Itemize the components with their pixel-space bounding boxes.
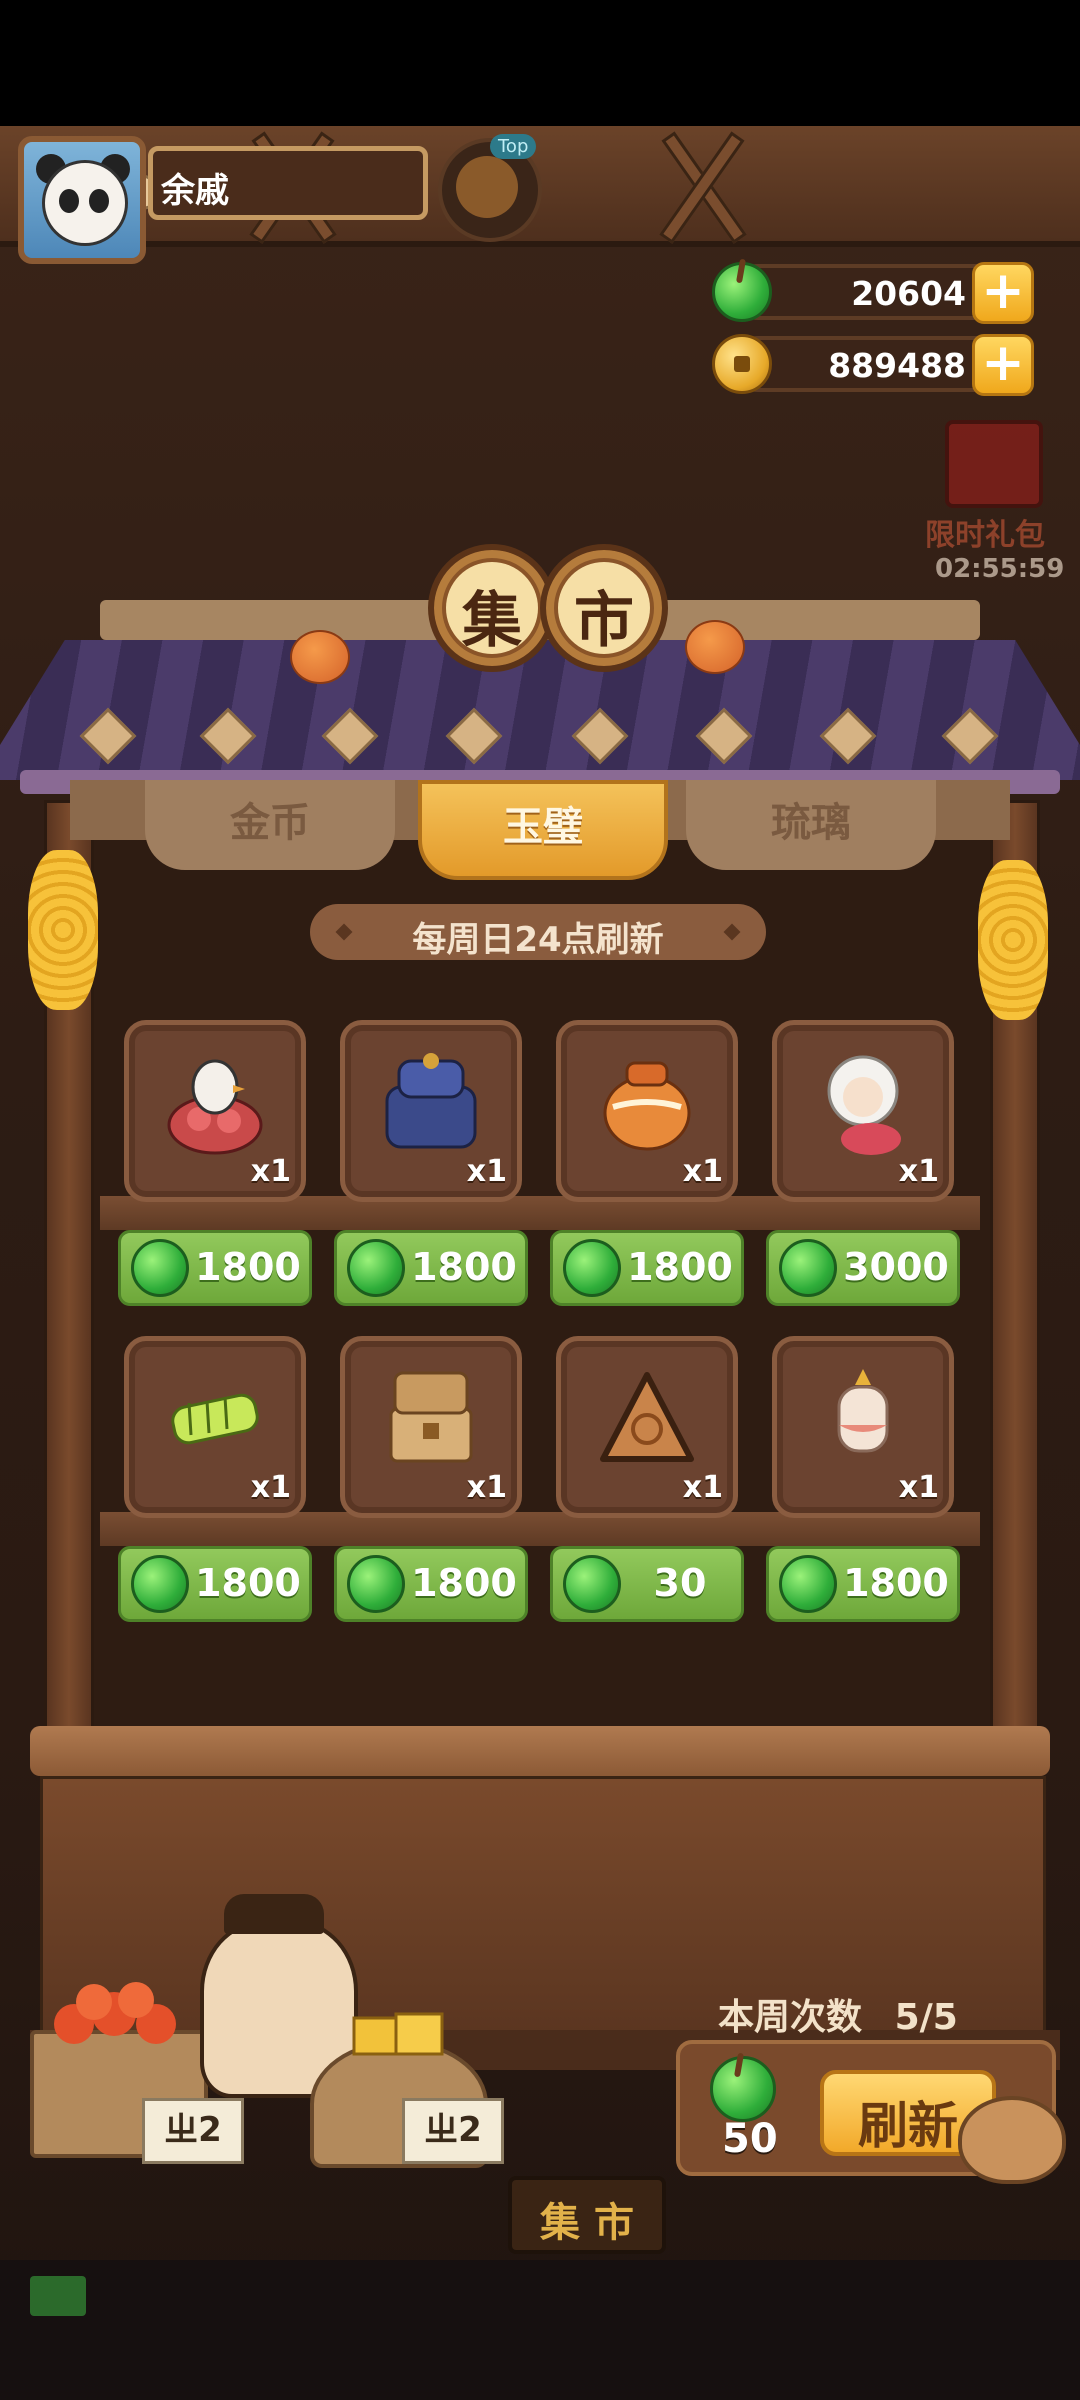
lantern-vase-icon: [837, 1369, 889, 1453]
tab-glaze[interactable]: 琉璃: [686, 780, 936, 870]
tab-label: 金币: [230, 800, 310, 846]
price-value: 1800: [195, 1245, 301, 1289]
refresh-notice: 每周日24点刷新: [310, 904, 766, 960]
weekly-label: 本周次数: [718, 1997, 863, 2038]
jade-icon: [710, 2056, 776, 2122]
white-hair-character-icon: [827, 1055, 901, 1155]
item-slot[interactable]: x1: [556, 1336, 738, 1518]
gift-timer: 02:55:59: [935, 554, 1065, 584]
jade-comb-icon: [171, 1393, 259, 1445]
jade-icon: [563, 1239, 621, 1297]
jade-icon: [347, 1555, 405, 1613]
item-slot[interactable]: x1: [340, 1336, 522, 1518]
item-slot[interactable]: x1: [772, 1336, 954, 1518]
bun-critter-icon: [958, 2096, 1066, 2184]
jade-icon: [131, 1239, 189, 1297]
price-button[interactable]: 1800: [118, 1230, 312, 1306]
blue-cake-jar-icon: [385, 1053, 477, 1149]
sign-char-2: 市: [574, 586, 634, 656]
item-slot[interactable]: x1: [772, 1020, 954, 1202]
price-value: 3000: [843, 1245, 949, 1289]
gift-box-icon: [945, 420, 1043, 508]
tab-label: 玉璧: [503, 804, 583, 850]
weekly-count: 5/5: [894, 1997, 958, 2038]
coin-icon: [712, 334, 772, 394]
price-button[interactable]: 1800: [334, 1230, 528, 1306]
item-quantity: x1: [682, 1470, 723, 1505]
jade-icon: [131, 1555, 189, 1613]
weekly-refresh-count: 本周次数 5/5: [718, 1988, 958, 2040]
price-value: 1800: [843, 1561, 949, 1605]
price-button[interactable]: 1800: [766, 1546, 960, 1622]
price-button[interactable]: 1800: [334, 1546, 528, 1622]
item-quantity: x1: [682, 1154, 723, 1189]
persimmon-icon: [290, 630, 350, 684]
persimmon-icon: [685, 620, 745, 674]
bottom-market-sign: 集 市: [508, 2176, 666, 2254]
jade-icon: [563, 1555, 621, 1613]
stall-roof: [0, 640, 1080, 780]
bottom-sign-text: 集 市: [540, 2200, 634, 2246]
price-button[interactable]: 3000: [766, 1230, 960, 1306]
item-quantity: x1: [250, 1154, 291, 1189]
market-sign-right: 市: [540, 544, 668, 672]
item-quantity: x1: [250, 1470, 291, 1505]
sign-char-1: 集: [462, 586, 522, 656]
price-button[interactable]: 1800: [118, 1546, 312, 1622]
add-coin-button[interactable]: +: [972, 334, 1034, 396]
corn-icon: [978, 860, 1048, 1020]
item-quantity: x1: [466, 1470, 507, 1505]
tab-gold-coins[interactable]: 金币: [145, 780, 395, 870]
player-name-box: 余戚: [148, 146, 428, 220]
jade-amount: 20604: [851, 274, 966, 313]
player-avatar[interactable]: [18, 136, 146, 264]
crate-price-tag: ㄓ2: [402, 2098, 504, 2164]
treasure-chest-icon: [389, 1371, 473, 1463]
price-value: 1800: [195, 1561, 301, 1605]
item-slot[interactable]: x1: [124, 1020, 306, 1202]
triangle-cake-icon: [600, 1372, 694, 1462]
tofu-icon: [352, 2012, 444, 2056]
price-value: 30: [653, 1561, 707, 1605]
counter-top: [30, 1726, 1050, 1776]
price-value: 1800: [411, 1245, 517, 1289]
gift-label: 限时礼包: [925, 518, 1045, 553]
top-tag: Top: [490, 134, 537, 159]
top-ranking-badge[interactable]: Top: [438, 134, 542, 242]
bottom-bar: [0, 2260, 1080, 2400]
price-button[interactable]: 1800: [550, 1230, 744, 1306]
orange-jar-icon: [603, 1061, 691, 1151]
market-sign-left: 集: [428, 544, 556, 672]
bird-flower-basket-icon: [167, 1059, 263, 1155]
crate-price-tag: ㄓ2: [142, 2098, 244, 2164]
item-slot[interactable]: x1: [124, 1336, 306, 1518]
refresh-notice-text: 每周日24点刷新: [412, 920, 664, 960]
jade-resource: 20604 +: [730, 262, 1034, 324]
price-button[interactable]: 30: [550, 1546, 744, 1622]
price-value: 1800: [411, 1561, 517, 1605]
item-slot[interactable]: x1: [556, 1020, 738, 1202]
tomato-pile-icon: [54, 1982, 176, 2044]
item-slot[interactable]: x1: [340, 1020, 522, 1202]
coin-resource: 889488 +: [730, 334, 1034, 396]
player-name: 余戚: [161, 171, 229, 211]
jade-icon: [347, 1239, 405, 1297]
jade-icon: [712, 262, 772, 322]
price-value: 1800: [627, 1245, 733, 1289]
refresh-cost: 50: [722, 2116, 778, 2162]
corn-icon: [28, 850, 98, 1010]
coin-amount: 889488: [828, 346, 966, 385]
item-quantity: x1: [466, 1154, 507, 1189]
tab-jade[interactable]: 玉璧: [418, 780, 668, 880]
add-jade-button[interactable]: +: [972, 262, 1034, 324]
item-quantity: x1: [898, 1154, 939, 1189]
tab-label: 琉璃: [771, 800, 851, 846]
jade-icon: [779, 1555, 837, 1613]
limited-gift-button[interactable]: 限时礼包 02:55:59: [915, 420, 1065, 584]
status-indicator: [30, 2276, 86, 2316]
jade-icon: [779, 1239, 837, 1297]
item-quantity: x1: [898, 1470, 939, 1505]
